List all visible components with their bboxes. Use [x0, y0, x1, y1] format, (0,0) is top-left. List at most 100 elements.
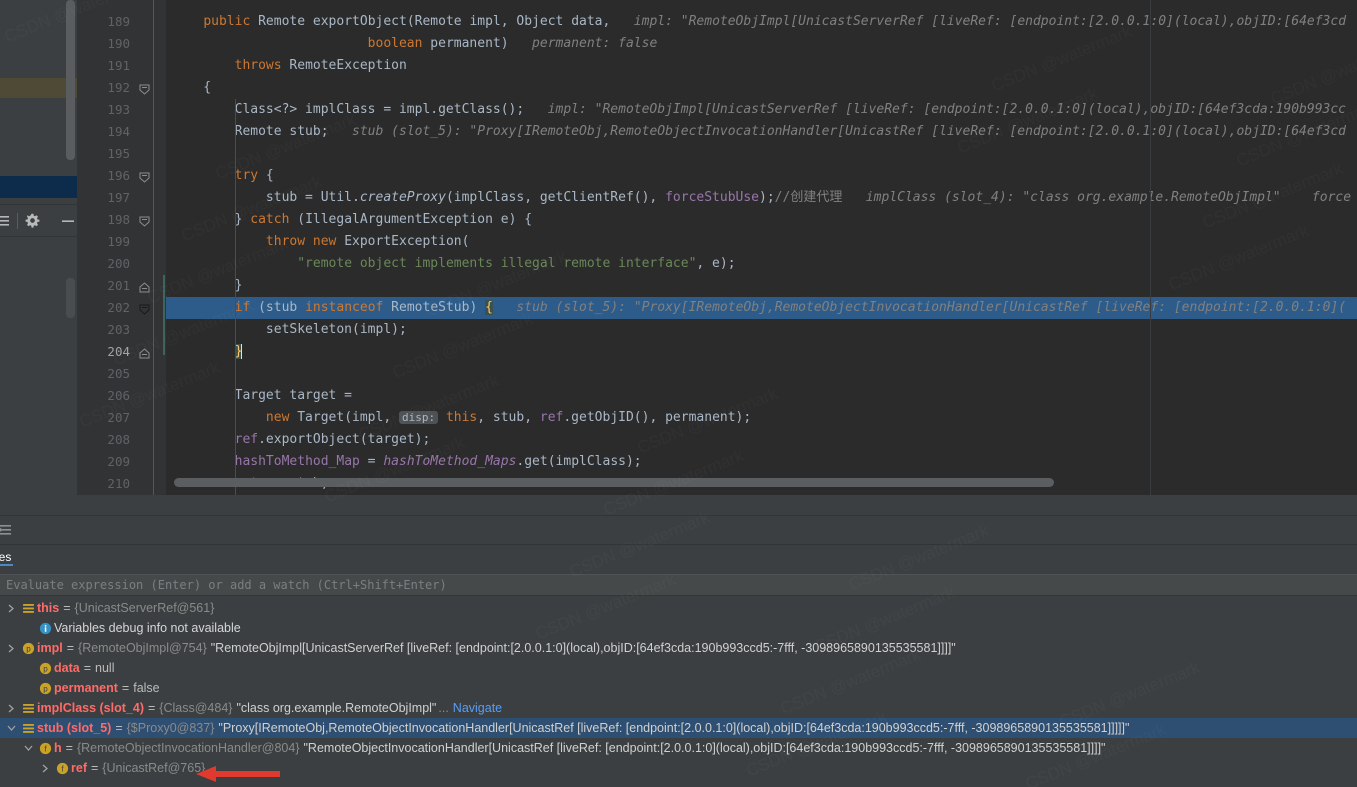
code-token: hashToMethod_Maps: [383, 454, 517, 469]
indent-guide: [234, 429, 236, 451]
collapse-all-icon[interactable]: [0, 520, 15, 540]
variable-name: permanent: [54, 681, 118, 695]
equals-sign: =: [65, 741, 73, 755]
variable-row[interactable]: p impl = {RemoteObjImpl@754} "RemoteObjImpl[…: [0, 638, 1357, 658]
code-line[interactable]: [166, 143, 1357, 165]
code-token: ref: [539, 410, 564, 425]
code-token: hashToMethod_Map: [234, 454, 360, 469]
chevron-right-icon[interactable]: [3, 604, 19, 613]
code-line[interactable]: Class<?> implClass = impl.getClass(); im…: [166, 99, 1357, 121]
settings-gear-icon[interactable]: [24, 211, 41, 231]
code-token: disp:: [398, 411, 439, 424]
chevron-right-icon[interactable]: [3, 704, 19, 713]
code-token: try: [234, 168, 259, 183]
variable-name: stub (slot_5): [37, 721, 112, 735]
code-token: =: [359, 454, 384, 469]
variable-row[interactable]: p data = null: [0, 658, 1357, 678]
code-line[interactable]: [166, 363, 1357, 385]
code-token: ref: [234, 432, 259, 447]
code-fold-collapse-icon[interactable]: [139, 170, 150, 183]
variables-info-text: Variables debug info not available: [54, 621, 241, 635]
code-line[interactable]: } catch (IllegalArgumentException e) {: [166, 209, 1357, 231]
watch-placeholder-text: Evaluate expression (Enter) or add a wat…: [6, 578, 447, 592]
code-token: , e);: [696, 256, 736, 271]
code-line[interactable]: "remote object implements illegal remote…: [166, 253, 1357, 275]
code-fold-expand-icon[interactable]: [139, 280, 150, 293]
frames-highlight-selected: [0, 176, 77, 198]
code-line[interactable]: {: [166, 77, 1357, 99]
equals-sign: =: [83, 661, 92, 675]
variable-row[interactable]: implClass (slot_4) = {Class@484} "class org…: [0, 698, 1357, 718]
equals-sign: =: [90, 761, 99, 775]
code-token: stub = Util.: [172, 190, 360, 205]
code-line[interactable]: try {: [166, 165, 1357, 187]
collapse-all-icon[interactable]: [0, 211, 11, 231]
minimize-icon[interactable]: [60, 211, 77, 231]
code-line[interactable]: Remote stub; stub (slot_5): "Proxy[IRemo…: [166, 121, 1357, 143]
variables-tree[interactable]: this = {UnicastServerRef@561} Variables deb…: [0, 598, 1357, 787]
equals-sign: =: [66, 641, 75, 655]
variable-name: h: [54, 741, 62, 755]
field-icon: f: [53, 762, 71, 775]
code-line[interactable]: new Target(impl, disp: this, stub, ref.g…: [166, 407, 1357, 429]
variable-value: null: [95, 661, 115, 675]
code-line[interactable]: }: [166, 341, 1357, 363]
chevron-down-icon[interactable]: [20, 744, 36, 752]
code-line[interactable]: throws RemoteException: [166, 55, 1357, 77]
debugger-toolbar: [0, 515, 1357, 545]
code-token: //创建代理: [774, 190, 843, 205]
variable-row[interactable]: this = {UnicastServerRef@561}: [0, 598, 1357, 618]
code-token: stub (slot_5): "Proxy[IRemoteObj,RemoteO…: [328, 124, 1347, 139]
code-token: Class<?> implClass = impl.getClass();: [172, 102, 525, 117]
code-token: impl: "RemoteObjImpl[UnicastServerRef [l…: [618, 14, 1347, 29]
code-line[interactable]: stub = Util.createProxy(implClass, getCl…: [166, 187, 1357, 209]
code-line[interactable]: hashToMethod_Map = hashToMethod_Maps.get…: [166, 451, 1357, 473]
code-fold-collapse-icon[interactable]: [139, 214, 150, 227]
code-fold-expand-icon[interactable]: [139, 346, 150, 359]
code-line[interactable]: public Remote exportObject(Remote impl, …: [166, 11, 1357, 33]
chevron-down-icon[interactable]: [3, 724, 19, 732]
code-line[interactable]: ref.exportObject(target);: [166, 429, 1357, 451]
code-token: new: [312, 234, 337, 249]
indent-guide: [234, 143, 236, 165]
code-line[interactable]: Target target =: [166, 385, 1357, 407]
code-lines-container[interactable]: public Remote exportObject(Remote impl, …: [166, 0, 1357, 495]
variable-row[interactable]: stub (slot_5) = {$Proxy0@837} "Proxy[IRemot…: [0, 718, 1357, 738]
code-line[interactable]: setSkeleton(impl);: [166, 319, 1357, 341]
code-fold-collapse-icon[interactable]: [139, 82, 150, 95]
left-panel-scrollbar-lower[interactable]: [66, 278, 75, 318]
left-panel-scrollbar[interactable]: [66, 0, 75, 160]
code-token: new: [265, 410, 290, 425]
indent-guide: [234, 253, 236, 275]
editor-horizontal-scrollbar[interactable]: [174, 478, 1054, 487]
variable-object-ref: {UnicastRef@765}: [102, 761, 206, 775]
variables-info-row[interactable]: Variables debug info not available: [0, 618, 1357, 638]
navigate-link[interactable]: Navigate: [453, 698, 502, 718]
chevron-right-icon[interactable]: [37, 764, 53, 773]
evaluate-expression-input[interactable]: Evaluate expression (Enter) or add a wat…: [0, 574, 1357, 596]
code-token: {: [258, 168, 274, 183]
code-token: stub (slot_5): "Proxy[IRemoteObj,RemoteO…: [492, 300, 1347, 315]
code-line[interactable]: boolean permanent) permanent: false: [166, 33, 1357, 55]
indent-guide: [234, 385, 236, 407]
code-line[interactable]: if (stub instanceof RemoteStub) { stub (…: [166, 297, 1357, 319]
tab-variables[interactable]: iables: [0, 550, 14, 566]
variable-object-ref: {Class@484}: [159, 701, 233, 715]
chevron-right-icon[interactable]: [3, 644, 19, 653]
code-line[interactable]: throw new ExportException(: [166, 231, 1357, 253]
variable-row[interactable]: p permanent = false: [0, 678, 1357, 698]
code-editor[interactable]: 189 190 191 192 193 194 195 196 197 198 199 200 201 2…: [77, 0, 1357, 495]
code-fold-collapse-icon[interactable]: [139, 302, 150, 315]
variable-row[interactable]: f h = {RemoteObjectInvocationHandler@804} "R…: [0, 738, 1357, 758]
indent-guide: [234, 187, 236, 209]
code-block-marker: [163, 275, 165, 355]
code-token: forceStubUse: [665, 190, 760, 205]
code-token: Remote: [250, 14, 313, 29]
variable-row[interactable]: f ref = {UnicastRef@765}: [0, 758, 1357, 778]
svg-text:p: p: [43, 664, 48, 673]
variable-value: "RemoteObjImpl[UnicastServerRef [liveRef…: [210, 641, 956, 655]
code-line[interactable]: }: [166, 275, 1357, 297]
code-token: permanent: false: [508, 36, 658, 51]
